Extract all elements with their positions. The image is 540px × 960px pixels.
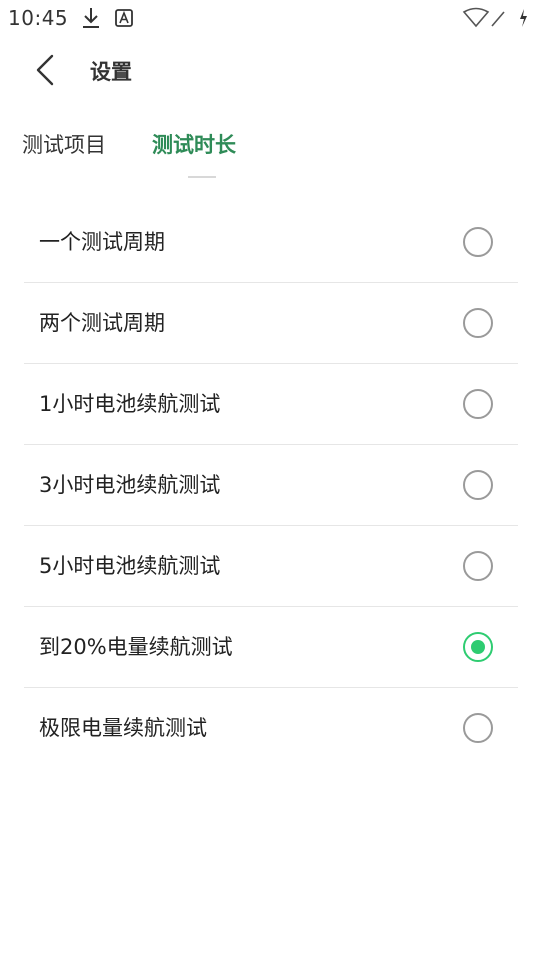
back-button[interactable] [22,50,66,94]
option-one-cycle[interactable]: 一个测试周期 [24,202,518,283]
option-label: 1小时电池续航测试 [39,392,221,416]
settings-screen: 10:45 设置 测试项目 测试时长 一个测试周期 两个测试周期 1小时电池续航… [0,0,540,960]
tab-bar: 测试项目 测试时长 [0,120,540,184]
status-time: 10:45 [8,6,69,30]
radio-button[interactable] [463,227,493,257]
option-5-hours[interactable]: 5小时电池续航测试 [24,526,518,607]
wifi-icon [462,6,490,30]
option-extreme-battery[interactable]: 极限电量续航测试 [24,688,518,768]
option-label: 两个测试周期 [39,311,165,335]
status-bar: 10:45 [0,0,540,36]
option-to-20-percent[interactable]: 到20%电量续航测试 [24,607,518,688]
option-label: 一个测试周期 [39,230,165,254]
charging-icon [516,6,530,30]
option-label: 到20%电量续航测试 [39,635,233,659]
option-1-hour[interactable]: 1小时电池续航测试 [24,364,518,445]
radio-button[interactable] [463,551,493,581]
option-label: 5小时电池续航测试 [39,554,221,578]
duration-option-list: 一个测试周期 两个测试周期 1小时电池续航测试 3小时电池续航测试 5小时电池续… [24,202,518,768]
text-a-icon [114,6,134,30]
radio-button[interactable] [463,632,493,662]
radio-button[interactable] [463,713,493,743]
radio-button[interactable] [463,470,493,500]
option-two-cycles[interactable]: 两个测试周期 [24,283,518,364]
radio-button[interactable] [463,389,493,419]
option-3-hours[interactable]: 3小时电池续航测试 [24,445,518,526]
signal-icon [488,6,508,30]
page-title: 设置 [90,60,132,84]
tab-test-items[interactable]: 测试项目 [22,130,106,160]
download-icon [80,6,102,30]
header: 设置 [0,36,540,108]
option-label: 极限电量续航测试 [39,716,207,740]
radio-button[interactable] [463,308,493,338]
chevron-left-icon [32,52,56,92]
tab-test-duration[interactable]: 测试时长 [152,130,236,160]
tab-indicator [188,176,216,178]
option-label: 3小时电池续航测试 [39,473,221,497]
